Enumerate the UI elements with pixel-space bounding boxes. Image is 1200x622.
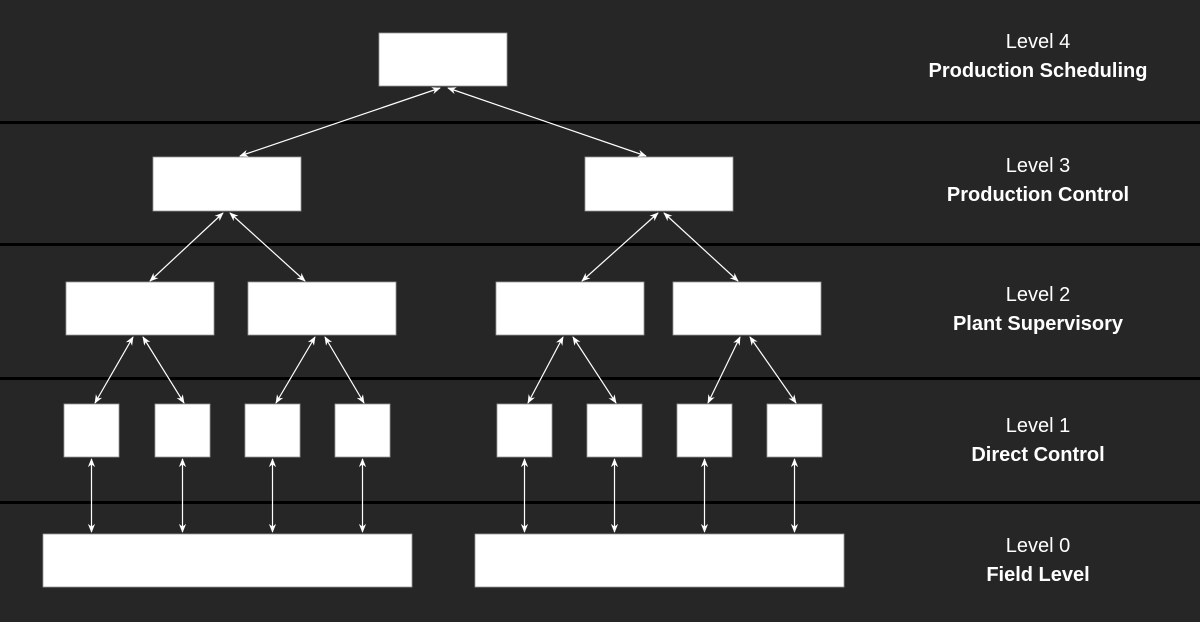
level-name: Direct Control xyxy=(971,444,1105,466)
bidirectional-arrow xyxy=(149,212,224,282)
bidirectional-arrow xyxy=(324,336,365,404)
level-name: Production Control xyxy=(946,184,1130,206)
level-2-node xyxy=(495,281,645,336)
bidirectional-arrow xyxy=(581,212,659,282)
level-separator xyxy=(0,243,1200,246)
bidirectional-arrow xyxy=(663,212,739,282)
level-1-node xyxy=(334,403,391,458)
bidirectional-arrow xyxy=(94,336,134,404)
level-2-node xyxy=(672,281,822,336)
level-number: Level 4 xyxy=(1005,31,1071,53)
bidirectional-arrow xyxy=(275,336,316,404)
level-0-label: Level 0 Field Level xyxy=(900,532,1176,590)
bidirectional-arrow xyxy=(749,336,797,404)
level-number: Level 1 xyxy=(1005,415,1071,437)
level-2-node xyxy=(247,281,397,336)
level-number: Level 0 xyxy=(1005,535,1071,557)
level-4-node xyxy=(378,32,508,87)
level-1-node xyxy=(154,403,211,458)
level-1-label: Level 1 Direct Control xyxy=(900,412,1176,470)
level-name: Production Scheduling xyxy=(928,60,1148,82)
level-separator xyxy=(0,501,1200,504)
level-number: Level 2 xyxy=(1005,284,1071,306)
level-name: Field Level xyxy=(986,564,1090,586)
level-name: Plant Supervisory xyxy=(952,313,1124,335)
bidirectional-arrow xyxy=(142,336,185,404)
level-2-label: Level 2 Plant Supervisory xyxy=(900,281,1176,339)
bidirectional-arrow xyxy=(572,336,617,404)
level-1-node xyxy=(63,403,120,458)
level-1-node xyxy=(766,403,823,458)
level-0-node xyxy=(474,533,845,588)
bidirectional-arrow xyxy=(229,212,306,282)
automation-pyramid-diagram: Level 4 Production Scheduling Level 3 Pr… xyxy=(0,0,1200,622)
level-3-node xyxy=(584,156,734,212)
level-1-node xyxy=(496,403,553,458)
level-3-label: Level 3 Production Control xyxy=(900,152,1176,210)
level-separator xyxy=(0,121,1200,124)
level-number: Level 3 xyxy=(1005,155,1071,177)
bidirectional-arrow xyxy=(707,336,741,404)
level-0-node xyxy=(42,533,413,588)
level-1-node xyxy=(244,403,301,458)
level-2-node xyxy=(65,281,215,336)
level-1-node xyxy=(676,403,733,458)
level-1-node xyxy=(586,403,643,458)
level-3-node xyxy=(152,156,302,212)
bidirectional-arrow xyxy=(527,336,564,404)
level-4-label: Level 4 Production Scheduling xyxy=(900,28,1176,86)
